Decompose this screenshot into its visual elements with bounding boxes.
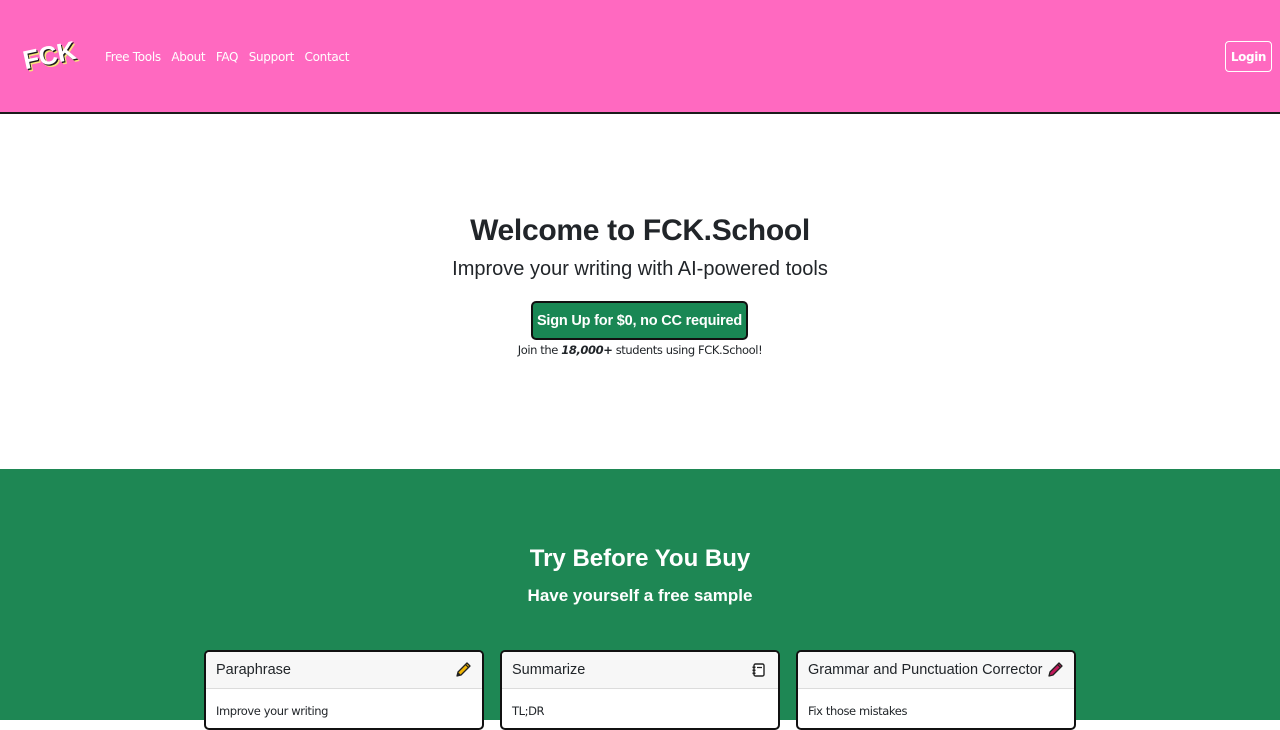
nav-link-contact[interactable]: Contact: [305, 49, 350, 65]
signup-button[interactable]: Sign Up for $0, no CC required: [531, 301, 748, 340]
card-summarize[interactable]: Summarize TL;DR: [500, 650, 780, 730]
join-text: Join the 18,000+ students using FCK.Scho…: [0, 343, 1280, 357]
card-header: Paraphrase: [206, 652, 482, 689]
student-count: 18,000+: [561, 343, 613, 357]
join-suffix: students using FCK.School!: [615, 343, 763, 357]
card-paraphrase[interactable]: Paraphrase Improve your writing: [204, 650, 484, 730]
nav-link-support[interactable]: Support: [249, 49, 295, 65]
card-body: Fix those mistakes: [808, 704, 908, 718]
hero-title: Welcome to FCK.School: [470, 214, 810, 247]
samples-title: Try Before You Buy: [529, 545, 751, 572]
login-button[interactable]: Login: [1225, 41, 1272, 72]
card-title: Grammar and Punctuation Corrector: [808, 662, 1043, 678]
card-body: Improve your writing: [216, 704, 329, 718]
pen-icon: [1046, 661, 1064, 679]
nav-link-free-tools[interactable]: Free Tools: [105, 49, 161, 65]
pencil-icon: [454, 661, 472, 679]
hero-subtitle: Improve your writing with AI-powered too…: [452, 258, 828, 280]
card-title: Paraphrase: [216, 662, 291, 678]
card-body: TL;DR: [512, 704, 545, 718]
hero-section: Welcome to FCK.School Improve your writi…: [0, 116, 1280, 469]
svg-text:FCK: FCK: [20, 36, 79, 75]
samples-section: Try Before You Buy Have yourself a free …: [0, 469, 1280, 730]
card-header: Summarize: [502, 652, 778, 689]
card-grammar[interactable]: Grammar and Punctuation Corrector Fix th…: [796, 650, 1076, 730]
main-nav: Free Tools About FAQ Support Contact: [105, 49, 360, 65]
nav-link-faq[interactable]: FAQ: [216, 49, 239, 65]
join-prefix: Join the: [517, 343, 559, 357]
nav-link-about[interactable]: About: [171, 49, 205, 65]
card-header: Grammar and Punctuation Corrector: [798, 652, 1074, 689]
navbar: FCK FCK FCK Free Tools About FAQ Support…: [0, 0, 1280, 114]
card-title: Summarize: [512, 662, 586, 678]
fck-logo-icon[interactable]: FCK FCK FCK: [16, 36, 80, 76]
samples-subtitle: Have yourself a free sample: [527, 586, 753, 605]
journal-icon: [750, 661, 768, 679]
